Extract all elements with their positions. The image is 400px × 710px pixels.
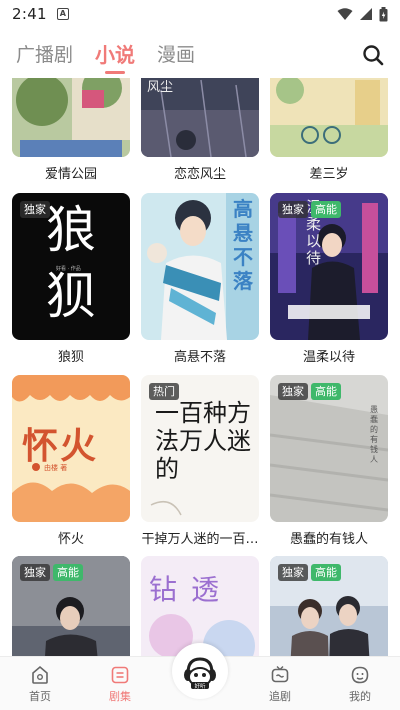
book-card[interactable]: 钻透 (141, 556, 259, 656)
book-title: 爱情公园 (44, 167, 97, 182)
book-cover: 温柔以待 独家 高能 (270, 193, 388, 340)
book-cover: 愚蠢的有钱人 独家 高能 (270, 375, 388, 522)
book-card[interactable]: 愚蠢的有钱人 独家 高能 愚蠢的有钱人 (270, 375, 388, 547)
status-time: 2:41 (12, 5, 47, 23)
book-title: 恋恋风尘 (173, 167, 226, 182)
battery-icon (379, 6, 388, 21)
book-cover: 高悬不落 (141, 193, 259, 340)
cover-text: 钻透 (149, 573, 234, 606)
book-title: 干掉万人迷的一百… (141, 532, 259, 547)
episodes-icon (111, 666, 129, 684)
nav-label: 我的 (349, 690, 371, 703)
cover-text: 一百种方法万人迷的 (155, 399, 251, 483)
book-cover: 独家 高能 (270, 556, 388, 656)
home-icon (32, 665, 48, 684)
exclusive-badge: 独家 (20, 201, 50, 218)
book-card[interactable]: 狼狈 好看 · 作品 独家 狼狈 (12, 193, 130, 365)
nav-follow[interactable]: 追剧 (240, 657, 320, 710)
badge-group: 独家 (20, 201, 50, 218)
hot-badge: 热门 (149, 383, 179, 400)
book-grid: 爱情公园 风尘 恋恋风尘 差三岁 狼狈 好看 · 作品 独家 狼狈 高悬不落 高… (0, 78, 400, 656)
book-title: 温柔以待 (302, 350, 355, 365)
book-card[interactable]: 独家 高能 (270, 556, 388, 656)
book-card[interactable]: 独家 高能 (12, 556, 130, 656)
book-card[interactable]: 风尘 恋恋风尘 (141, 78, 259, 182)
high-energy-badge: 高能 (311, 383, 341, 400)
nav-home[interactable]: 首页 (0, 657, 80, 710)
nav-label: 首页 (29, 690, 51, 703)
badge-group: 独家 高能 (278, 383, 341, 400)
book-cover: 狼狈 好看 · 作品 独家 (12, 193, 130, 340)
tab-audio-drama[interactable]: 广播剧 (16, 40, 73, 67)
mascot-button[interactable]: 好听 (172, 643, 228, 699)
tab-novel[interactable]: 小说 (95, 39, 135, 74)
cover-text: 愚蠢的有钱人 (370, 405, 378, 464)
book-cover: 独家 高能 (12, 556, 130, 656)
tab-comic[interactable]: 漫画 (157, 40, 195, 67)
book-card[interactable]: 温柔以待 独家 高能 温柔以待 (270, 193, 388, 365)
book-card[interactable]: 差三岁 (270, 78, 388, 182)
exclusive-badge: 独家 (278, 201, 308, 218)
mascot-icon: 好听 (184, 657, 216, 690)
status-icons (337, 6, 388, 22)
book-title: 怀火 (57, 532, 84, 547)
book-cover: 怀火 由楼 著 (12, 375, 130, 522)
nav-profile[interactable]: 我的 (320, 657, 400, 710)
badge-group: 独家 高能 (20, 564, 83, 581)
bottom-nav: 首页 剧集 好听 追剧 我的 (0, 643, 400, 710)
mascot-text: 好听 (194, 682, 206, 690)
book-card[interactable]: 高悬不落 高悬不落 (141, 193, 259, 365)
book-title: 愚蠢的有钱人 (289, 532, 368, 547)
badge-group: 独家 高能 (278, 564, 341, 581)
nav-label: 剧集 (109, 690, 131, 703)
badge-group: 热门 (149, 383, 179, 400)
book-card[interactable]: 爱情公园 (12, 78, 130, 182)
badge-group: 独家 高能 (278, 201, 341, 218)
high-energy-badge: 高能 (53, 564, 83, 581)
exclusive-badge: 独家 (278, 383, 308, 400)
book-cover: 钻透 (141, 556, 259, 656)
book-card[interactable]: 怀火 由楼 著 怀火 (12, 375, 130, 547)
category-tabs: 广播剧 小说 漫画 (0, 36, 400, 74)
cover-text: 怀火 (22, 426, 99, 467)
cover-subtext: 由楼 著 (44, 464, 68, 472)
cover-text: 高悬不落 (233, 197, 253, 293)
book-card[interactable]: 一百种方法万人迷的 热门 干掉万人迷的一百… (141, 375, 259, 547)
high-energy-badge: 高能 (311, 564, 341, 581)
book-cover (270, 78, 388, 157)
book-title: 差三岁 (309, 167, 349, 182)
book-title: 高悬不落 (173, 350, 226, 365)
nav-center[interactable]: 好听 (160, 643, 240, 710)
exclusive-badge: 独家 (20, 564, 50, 581)
nav-episodes[interactable]: 剧集 (80, 657, 160, 710)
nav-label: 追剧 (269, 690, 291, 703)
notification-a-icon: A (56, 8, 69, 20)
book-cover: 一百种方法万人迷的 热门 (141, 375, 259, 522)
high-energy-badge: 高能 (311, 201, 341, 218)
search-icon[interactable] (362, 44, 384, 66)
tv-icon (271, 666, 289, 683)
signal-icon (360, 7, 372, 20)
book-title: 狼狈 (57, 350, 84, 365)
cover-subtext: 好看 · 作品 (56, 266, 81, 272)
book-cover: 风尘 (141, 78, 259, 157)
profile-icon (351, 666, 369, 684)
status-bar: 2:41 A (0, 0, 400, 28)
cover-text: 风尘 (147, 80, 174, 95)
book-cover (12, 78, 130, 157)
wifi-icon (337, 7, 353, 20)
exclusive-badge: 独家 (278, 564, 308, 581)
